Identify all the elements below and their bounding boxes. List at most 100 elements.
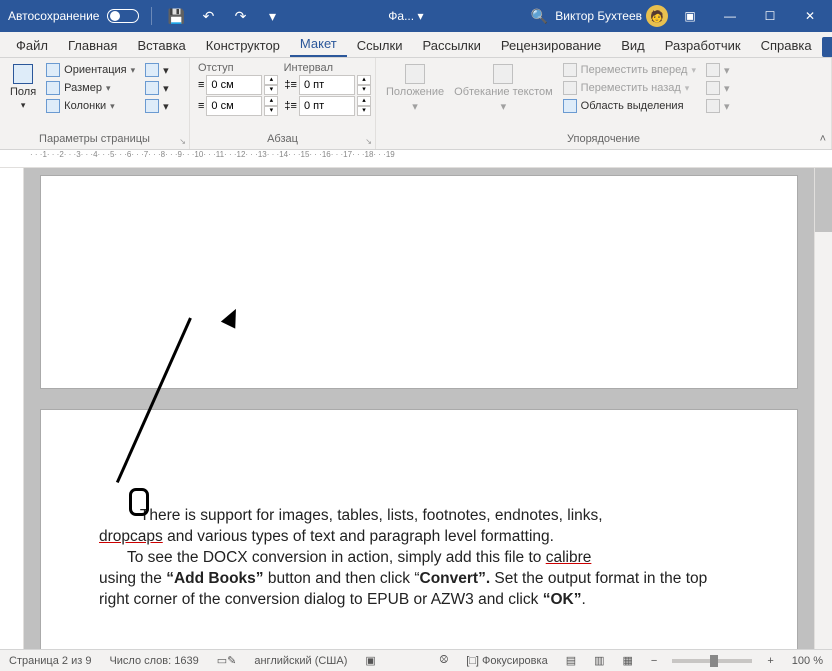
selection-pane-icon — [563, 99, 577, 113]
qat-custom-icon[interactable]: ▾ — [260, 4, 284, 28]
share-button[interactable]: ↗Поделиться — [822, 37, 832, 57]
scrollbar-thumb[interactable] — [815, 168, 832, 232]
status-page[interactable]: Страница 2 из 9 — [6, 655, 94, 667]
tab-review[interactable]: Рецензирование — [491, 34, 611, 57]
tab-view[interactable]: Вид — [611, 34, 655, 57]
size-icon — [46, 81, 60, 95]
paragraph-2[interactable]: To see the DOCX conversion in action, si… — [99, 548, 739, 569]
spacing-before-input[interactable] — [299, 75, 355, 95]
selection-pane-button[interactable]: Область выделения — [561, 98, 698, 114]
dropcaps-text[interactable]: dropcaps — [99, 528, 163, 545]
indent-left-down[interactable]: ▾ — [264, 85, 278, 95]
account-name[interactable]: Виктор Бухтеев — [555, 9, 642, 23]
ribbon-display-icon[interactable]: ▣ — [672, 0, 708, 32]
bring-forward-button: Переместить вперед — [561, 62, 698, 78]
size-button[interactable]: Размер — [44, 80, 137, 96]
spacing-after-input[interactable] — [299, 96, 355, 116]
tab-layout[interactable]: Макет — [290, 32, 347, 57]
tab-file[interactable]: Файл — [6, 34, 58, 57]
tab-references[interactable]: Ссылки — [347, 34, 413, 57]
autosave-toggle[interactable] — [107, 9, 139, 23]
calibre-link[interactable]: calibre — [546, 549, 592, 566]
status-bar: Страница 2 из 9 Число слов: 1639 ▭✎ англ… — [0, 649, 832, 671]
page-1-bottom[interactable] — [41, 176, 797, 388]
spacing-before-down[interactable]: ▾ — [357, 85, 371, 95]
search-icon[interactable]: 🔍 — [527, 4, 551, 28]
ribbon-tabs: Файл Главная Вставка Конструктор Макет С… — [0, 32, 832, 58]
breaks-button[interactable]: ▾ — [143, 62, 171, 78]
minimize-icon[interactable]: — — [712, 0, 748, 32]
orientation-button[interactable]: Ориентация — [44, 62, 137, 78]
ribbon: Поля▾ Ориентация Размер Колонки ▾ ▾ ▾ Па… — [0, 58, 832, 150]
tab-help[interactable]: Справка — [751, 34, 822, 57]
tab-mailings[interactable]: Рассылки — [412, 34, 490, 57]
hyphenation-icon — [145, 99, 159, 113]
status-macro-icon[interactable]: ▣ — [362, 654, 378, 667]
spacing-after-down[interactable]: ▾ — [357, 106, 371, 116]
title-bar: Автосохранение 💾 ↶ ↷ ▾ Фа... ▾ 🔍 Виктор … — [0, 0, 832, 32]
paragraph-1b[interactable]: dropcaps and various types of text and p… — [99, 527, 739, 548]
view-read-icon[interactable]: ▤ — [563, 654, 579, 667]
status-language[interactable]: английский (США) — [251, 655, 350, 667]
spacing-after-up[interactable]: ▴ — [357, 96, 371, 106]
document-title[interactable]: Фа... — [388, 9, 414, 23]
line-numbers-button[interactable]: ▾ — [143, 80, 171, 96]
send-backward-icon — [563, 81, 577, 95]
zoom-in-button[interactable]: + — [764, 655, 776, 667]
indent-left-up[interactable]: ▴ — [264, 75, 278, 85]
scrollbar-vertical[interactable] — [814, 168, 832, 649]
view-print-icon[interactable]: ▥ — [591, 654, 607, 667]
save-icon[interactable]: 💾 — [164, 4, 188, 28]
status-spellcheck-icon[interactable]: ▭✎ — [214, 654, 240, 667]
view-web-icon[interactable]: ▦ — [620, 654, 636, 667]
indent-left-input[interactable] — [206, 75, 262, 95]
paragraph-2b[interactable]: using the “Add Books” button and then cl… — [99, 569, 739, 611]
columns-icon — [46, 99, 60, 113]
group-page-setup: Поля▾ Ориентация Размер Колонки ▾ ▾ ▾ Па… — [0, 58, 190, 149]
page-2[interactable]: There is support for images, tables, lis… — [41, 410, 797, 649]
columns-button[interactable]: Колонки — [44, 98, 137, 114]
undo-icon[interactable]: ↶ — [196, 4, 220, 28]
spacing-before-up[interactable]: ▴ — [357, 75, 371, 85]
paragraph-1[interactable]: There is support for images, tables, lis… — [99, 506, 739, 527]
indent-right-input[interactable] — [206, 96, 262, 116]
tab-insert[interactable]: Вставка — [127, 34, 195, 57]
redo-icon[interactable]: ↷ — [228, 4, 252, 28]
close-icon[interactable]: ✕ — [792, 0, 828, 32]
send-backward-button: Переместить назад — [561, 80, 698, 96]
indent-left-icon: ≡ — [198, 79, 204, 91]
account-avatar-icon[interactable]: 🧑 — [646, 5, 668, 27]
spacing-after: ‡≡ ▴▾ — [284, 96, 371, 116]
bring-forward-icon — [563, 63, 577, 77]
indent-right-icon: ≡ — [198, 100, 204, 112]
cursor-glyph — [129, 488, 149, 516]
status-words[interactable]: Число слов: 1639 — [106, 655, 201, 667]
spacing-header: Интервал — [284, 62, 333, 74]
status-accessibility-icon[interactable]: ⮾ — [437, 654, 452, 667]
page-viewport[interactable]: There is support for images, tables, lis… — [24, 168, 814, 649]
page-setup-launcher[interactable]: ↘ — [179, 137, 186, 146]
ruler-horizontal[interactable]: · · ·1· · ·2· · ·3· · ·4· · ·5· · ·6· · … — [0, 150, 832, 168]
hyphenation-button[interactable]: ▾ — [143, 98, 171, 114]
indent-right-up[interactable]: ▴ — [264, 96, 278, 106]
indent-right: ≡ ▴▾ — [198, 96, 278, 116]
zoom-out-button[interactable]: − — [648, 655, 660, 667]
maximize-icon[interactable]: ☐ — [752, 0, 788, 32]
margins-icon — [13, 64, 33, 84]
paragraph-launcher[interactable]: ↘ — [365, 137, 372, 146]
tab-home[interactable]: Главная — [58, 34, 127, 57]
zoom-slider[interactable] — [672, 659, 752, 663]
document-area: There is support for images, tables, lis… — [0, 168, 832, 649]
breaks-icon — [145, 63, 159, 77]
indent-right-down[interactable]: ▾ — [264, 106, 278, 116]
rotate-icon — [706, 99, 720, 113]
margins-button[interactable]: Поля▾ — [8, 62, 38, 113]
collapse-ribbon-icon[interactable]: ˄ — [820, 133, 826, 145]
tab-developer[interactable]: Разработчик — [655, 34, 751, 57]
zoom-level[interactable]: 100 % — [789, 655, 826, 667]
status-focus[interactable]: [□] Фокусировка — [463, 655, 550, 667]
tab-design[interactable]: Конструктор — [196, 34, 290, 57]
group-icon — [706, 81, 720, 95]
autosave-label: Автосохранение — [8, 9, 99, 23]
ruler-vertical[interactable] — [0, 168, 24, 649]
